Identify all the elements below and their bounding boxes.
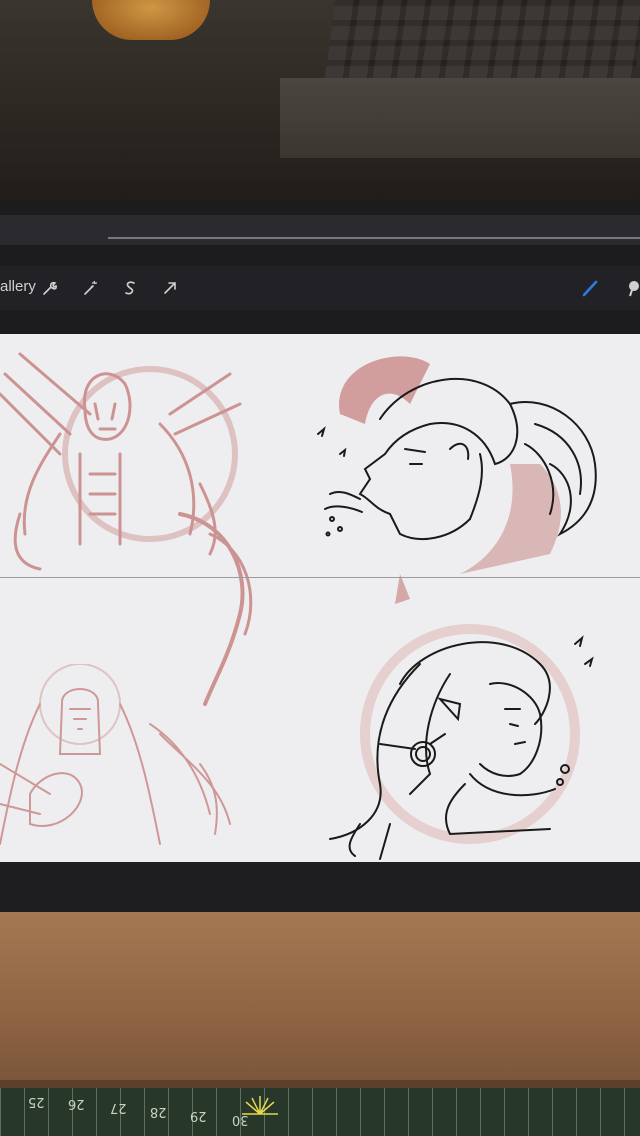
mat-number: 27 (110, 1100, 127, 1115)
background-room (0, 0, 640, 215)
mat-number: 30 (232, 1112, 249, 1127)
magic-wand-icon[interactable] (80, 278, 100, 298)
cutting-mat-numbers: 25 26 27 28 29 30 (0, 1092, 640, 1132)
orange-object (92, 0, 210, 40)
table-edge (0, 1080, 640, 1088)
laptop-keyboard (324, 0, 640, 80)
nun-sketch (0, 664, 231, 845)
wrench-icon[interactable] (40, 278, 60, 298)
transform-arrow-icon[interactable] (160, 278, 180, 298)
smudge-icon[interactable] (624, 278, 640, 298)
app-toolbar: allery (0, 266, 640, 310)
elf-portrait-sketch (329, 624, 594, 860)
demon-head-sketch (317, 356, 597, 604)
canvas-guide-line (0, 577, 640, 578)
selection-icon[interactable] (120, 278, 140, 298)
mat-number: 28 (150, 1104, 167, 1119)
laptop-base (280, 78, 640, 158)
mat-number: 25 (28, 1094, 45, 1109)
grim-reaper-sketch (0, 352, 253, 706)
tablet-top-band (0, 215, 640, 245)
drawing-canvas[interactable] (0, 334, 640, 862)
tablet-bottom-bezel (0, 862, 640, 912)
brush-icon[interactable] (580, 278, 600, 298)
tablet-top-line (108, 237, 640, 239)
gallery-link[interactable]: allery (0, 278, 36, 295)
mat-number: 26 (68, 1096, 85, 1111)
mat-number: 29 (190, 1108, 207, 1123)
photo-scene: allery 25 26 27 28 29 30 (0, 0, 640, 1136)
wooden-table (0, 912, 640, 1087)
